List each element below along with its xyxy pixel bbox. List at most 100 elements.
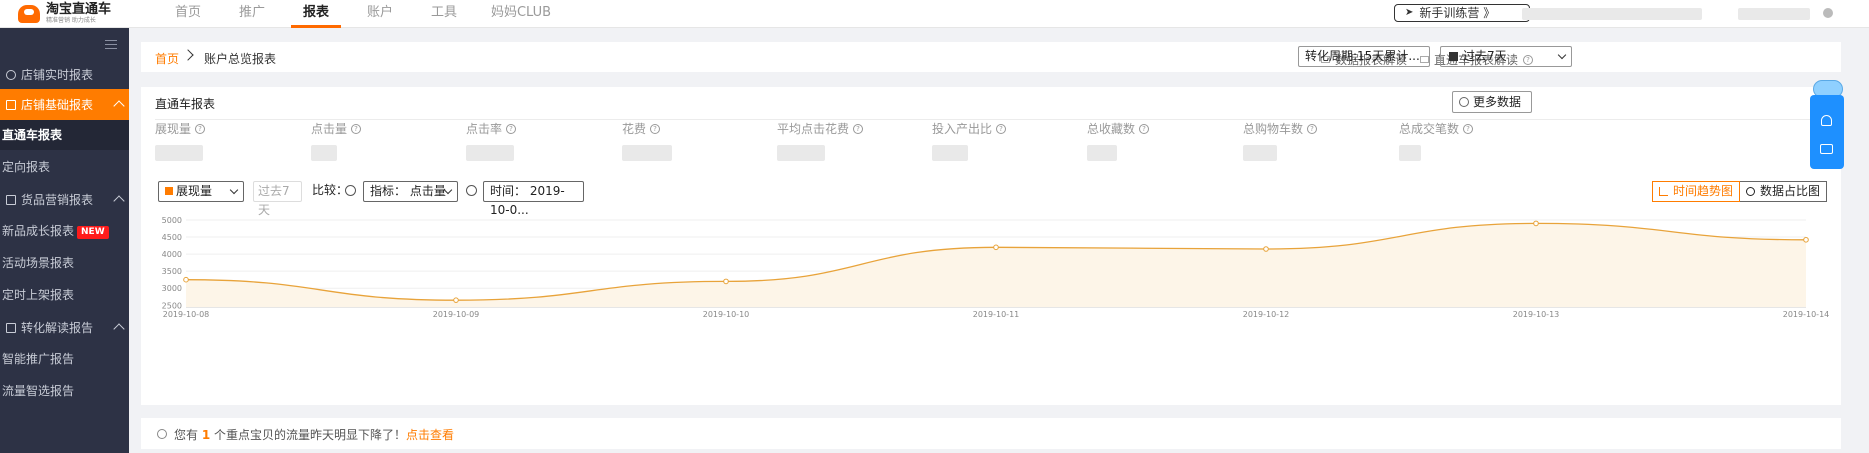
trend-view-button[interactable]: 时间趋势图 [1651, 181, 1740, 202]
nav-account[interactable]: 账户 [348, 0, 412, 28]
metric-ctr[interactable]: 点击率? [466, 120, 517, 161]
share-view-button[interactable]: 数据占比图 [1739, 181, 1827, 202]
help-icon[interactable]: ? [853, 123, 864, 134]
metric-avg-cpc[interactable]: 平均点击花费? [777, 120, 864, 161]
data-point [1803, 236, 1809, 243]
sidebar-item-scheduled[interactable]: 定时上架报表 [0, 280, 129, 310]
sidebar-item-ztc-report[interactable]: 直通车报表 [0, 120, 129, 150]
sidebar-group-label: 转化解读报告 [21, 321, 94, 335]
sidebar-group-basic[interactable]: 店铺基础报表 [0, 89, 129, 120]
more-data-label: 更多数据 [1473, 95, 1522, 109]
y-tick-label: 5000 [162, 216, 182, 225]
share-view-label: 数据占比图 [1759, 184, 1820, 198]
bar-chart-icon [6, 322, 16, 333]
metric-cart[interactable]: 总购物车数? [1243, 120, 1318, 161]
line-chart-icon [1658, 187, 1668, 196]
nav-tools[interactable]: 工具 [412, 0, 476, 28]
metric-select[interactable]: 展现量 [158, 181, 244, 202]
calendar-icon [1449, 52, 1458, 61]
brand-logo[interactable]: 淘宝直通车 精准营销 助力成长 [0, 0, 129, 28]
sidebar-group-label: 货品营销报表 [21, 193, 94, 207]
ztc-report-panel: 直通车报表 更多数据 展现量? 点击量? 点击率? 花费? 平均点击花费? 投入… [141, 87, 1841, 405]
trend-view-label: 时间趋势图 [1672, 184, 1733, 198]
metric-value-redacted [1087, 145, 1117, 161]
menu-collapse-icon[interactable] [105, 40, 117, 50]
trainer-button[interactable]: ➤ 新手训练营 》 [1394, 4, 1530, 22]
radio-icon [345, 185, 356, 196]
sidebar-group-conversion[interactable]: 转化解读报告 [0, 312, 129, 343]
y-tick-label: 4000 [162, 250, 182, 259]
chevron-up-icon [113, 100, 125, 112]
main-nav: 首页 推广 报表 账户 工具 妈妈CLUB [156, 0, 566, 28]
metric-label: 点击率 [466, 122, 503, 136]
x-tick-label: 2019-10-11 [973, 310, 1020, 319]
monitor-icon [6, 194, 16, 205]
sidebar-group-realtime[interactable]: 店铺实时报表 [0, 59, 129, 90]
more-data-button[interactable]: 更多数据 [1452, 91, 1532, 113]
pie-chart-icon [1745, 187, 1755, 196]
metric-orders[interactable]: 总成交笔数? [1399, 120, 1474, 161]
brand-subtitle: 精准营销 助力成长 [46, 17, 96, 24]
sidebar-item-traffic-select[interactable]: 流量智选报告 [0, 376, 129, 406]
send-icon: ➤ [1405, 7, 1414, 18]
metric-impressions[interactable]: 展现量? [155, 120, 206, 161]
conversion-period-select[interactable]: 转化周期:15天累计... [1298, 46, 1430, 67]
report-title: 直通车报表 [155, 97, 216, 111]
sidebar-item-new-product[interactable]: 新品成长报表 NEW [0, 216, 129, 246]
compare-time-radio[interactable] [466, 181, 477, 202]
y-tick-label: 2500 [162, 301, 182, 310]
chevron-down-icon [229, 185, 239, 195]
help-icon[interactable]: ? [650, 123, 661, 134]
sidebar-item-targeting-report[interactable]: 定向报表 [0, 152, 129, 182]
help-icon[interactable]: ? [506, 123, 517, 134]
y-tick-label: 3500 [162, 267, 182, 276]
help-icon[interactable]: ? [1139, 123, 1150, 134]
sidebar-item-label: 新品成长报表 [2, 224, 75, 238]
nav-promote[interactable]: 推广 [220, 0, 284, 28]
metric-clicks[interactable]: 点击量? [311, 120, 362, 161]
sidebar-item-activity[interactable]: 活动场景报表 [0, 248, 129, 278]
help-icon[interactable]: ? [1463, 123, 1474, 134]
car-logo-icon [18, 4, 40, 23]
floating-service-widget [1810, 95, 1844, 169]
alert-suffix: 个重点宝贝的流量昨天明显下降了！ [210, 428, 407, 442]
metric-label: 点击量 [311, 122, 348, 136]
compare-indicator-radio[interactable] [345, 181, 356, 202]
alert-bar: 您有 1 个重点宝贝的流量昨天明显下降了！点击查看 [141, 418, 1841, 449]
help-icon[interactable]: ? [195, 123, 206, 134]
bell-icon[interactable] [1821, 115, 1832, 126]
view-toggle: 时间趋势图 数据占比图 [1651, 181, 1827, 202]
data-point [993, 244, 999, 251]
data-point [453, 297, 459, 303]
period-button[interactable]: 过去7天 [253, 181, 302, 217]
nav-mama-club[interactable]: 妈妈CLUB [476, 0, 566, 28]
metric-cost[interactable]: 花费? [622, 120, 672, 161]
info-icon [157, 429, 167, 439]
sidebar-group-goods[interactable]: 货品营销报表 [0, 184, 129, 215]
help-icon[interactable]: ? [351, 123, 362, 134]
sidebar-group-label: 店铺基础报表 [21, 98, 94, 112]
date-range-select[interactable]: 过去7天 [1440, 46, 1572, 67]
nav-home[interactable]: 首页 [156, 0, 220, 28]
metric-favorites[interactable]: 总收藏数? [1087, 120, 1150, 161]
help-icon[interactable]: ? [1307, 123, 1318, 134]
breadcrumb-home[interactable]: 首页 [155, 50, 179, 67]
metric-label: 平均点击花费 [777, 122, 850, 136]
metric-label: 总收藏数 [1087, 122, 1136, 136]
nav-reports[interactable]: 报表 [284, 0, 348, 28]
chat-icon[interactable] [1820, 144, 1833, 154]
indicator-select-value: 指标： 点击量 [370, 184, 446, 198]
time-select[interactable]: 时间： 2019-10-0... [483, 181, 584, 217]
sidebar-item-smart-promo[interactable]: 智能推广报告 [0, 344, 129, 374]
chart-controls: 展现量 过去7天 比较： 指标： 点击量 时间： 2019-10-0... 时间… [141, 181, 1841, 217]
data-point [183, 276, 189, 283]
help-icon[interactable]: ? [996, 123, 1007, 134]
metric-value-redacted [155, 145, 203, 161]
user-avatar[interactable] [1823, 8, 1833, 18]
sidebar-group-label: 店铺实时报表 [21, 68, 94, 82]
indicator-select[interactable]: 指标： 点击量 [363, 181, 458, 202]
metric-label: 总购物车数 [1243, 122, 1304, 136]
metric-roi[interactable]: 投入产出比? [932, 120, 1007, 161]
sidebar: 店铺实时报表 店铺基础报表 直通车报表 定向报表 货品营销报表 新品成长报表 NE… [0, 28, 129, 453]
alert-link[interactable]: 点击查看 [406, 428, 454, 442]
